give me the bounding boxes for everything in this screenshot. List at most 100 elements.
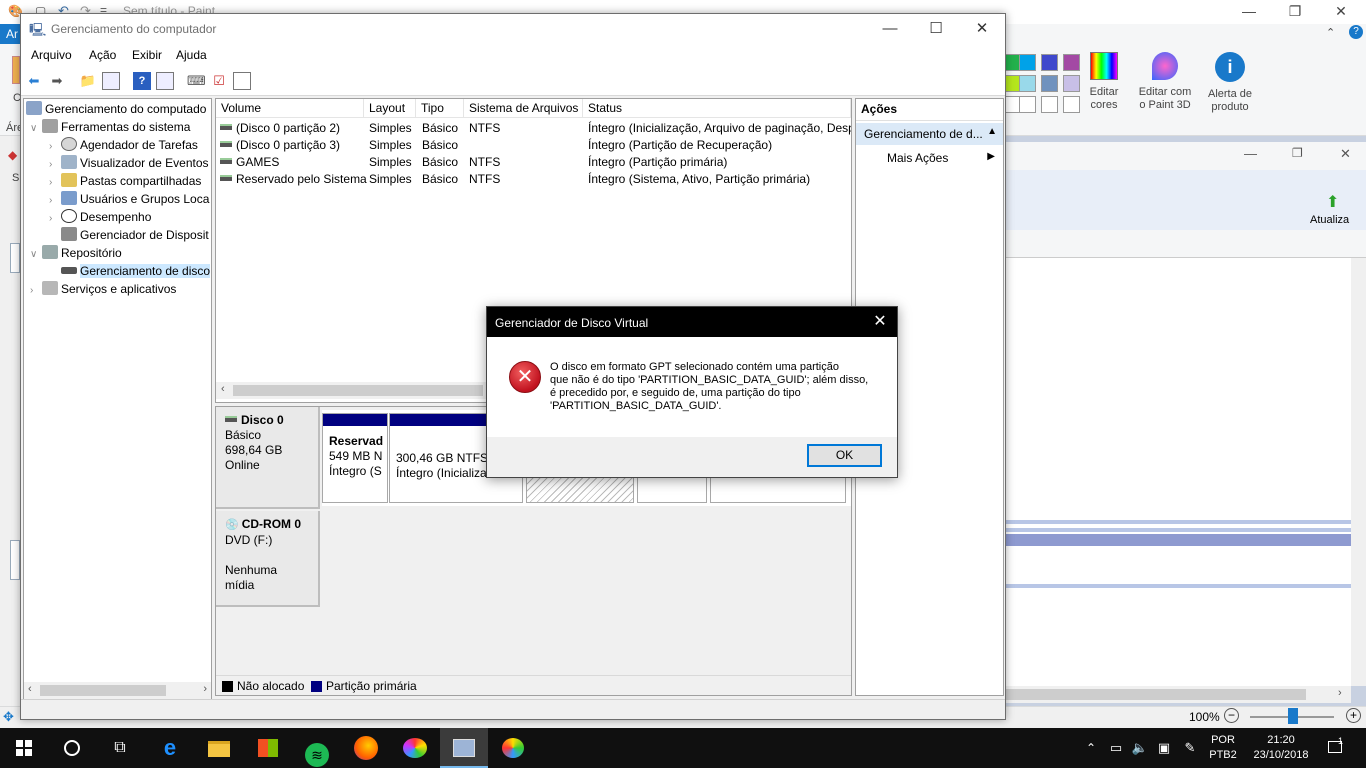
forward-icon[interactable]: ➡	[48, 72, 66, 90]
edit-paint3d-button[interactable]: Editar com o Paint 3D	[1134, 52, 1196, 112]
menu-exibir[interactable]: Exibir	[132, 48, 162, 62]
firefox-button[interactable]	[342, 728, 390, 768]
column-volume[interactable]: Volume	[216, 99, 364, 117]
tree-item-computer-management[interactable]: Gerenciamento do computado	[26, 100, 206, 118]
disk-0-label[interactable]: Disco 0 Básico 698,64 GB Online	[216, 407, 320, 509]
paint3d-taskbar-button[interactable]	[391, 728, 439, 768]
scroll-thumb[interactable]	[40, 685, 166, 696]
tree-item-device-manager[interactable]: Gerenciador de Disposit	[49, 226, 209, 244]
battery-icon[interactable]: ▭	[1104, 728, 1128, 768]
help-icon[interactable]: ?	[133, 72, 151, 90]
computer-management-taskbar-button[interactable]	[440, 728, 488, 768]
cm-close-button[interactable]: ✕	[959, 14, 1005, 44]
column-status[interactable]: Status	[583, 99, 851, 117]
collapse-triangle-icon[interactable]: ▲	[987, 126, 997, 137]
tree-item-task-scheduler[interactable]: › Agendador de Tarefas	[49, 136, 198, 154]
store-button[interactable]	[244, 728, 292, 768]
color-swatch[interactable]	[1041, 96, 1058, 113]
start-button[interactable]	[0, 728, 48, 768]
update-label[interactable]: Atualiza	[1310, 214, 1349, 226]
zoom-out-button[interactable]: −	[1224, 708, 1239, 723]
color-swatch[interactable]	[1019, 75, 1036, 92]
tree-item-system-tools[interactable]: ∨ Ferramentas do sistema	[30, 118, 190, 136]
check-icon[interactable]: ☑	[210, 72, 228, 90]
paint-file-tab[interactable]: Ar	[0, 24, 22, 44]
action-center-button[interactable]: 1	[1320, 728, 1350, 768]
scroll-left-icon[interactable]: ‹	[221, 383, 225, 395]
paint-maximize-button[interactable]: ❐	[1272, 2, 1318, 22]
back-icon[interactable]: ⬅	[25, 72, 43, 90]
paint-minimize-button[interactable]: —	[1226, 2, 1272, 22]
properties-icon[interactable]	[233, 72, 251, 90]
tree-item-performance[interactable]: › Desempenho	[49, 208, 151, 226]
edge-button[interactable]: e	[146, 728, 194, 768]
ok-button[interactable]: OK	[807, 444, 882, 467]
more-actions-item[interactable]: Mais Ações ▶	[856, 149, 1003, 169]
color-swatch[interactable]	[1063, 54, 1080, 71]
zoom-in-button[interactable]: +	[1346, 708, 1361, 723]
paint-close-button[interactable]: ✕	[1318, 2, 1364, 22]
expand-chevron-icon[interactable]: ›	[30, 282, 42, 300]
table-row[interactable]: (Disco 0 partição 3) Simples Básico Ínte…	[216, 137, 851, 154]
file-explorer-button[interactable]	[195, 728, 243, 768]
zoom-slider-thumb[interactable]	[1288, 708, 1298, 724]
menu-ajuda[interactable]: Ajuda	[176, 48, 207, 62]
edit-colors-button[interactable]: Editar cores	[1084, 52, 1124, 112]
show-hide-tree-icon[interactable]	[102, 72, 120, 90]
tree-item-storage[interactable]: ∨ Repositório	[30, 244, 122, 262]
column-tipo[interactable]: Tipo	[416, 99, 464, 117]
tree-item-disk-management[interactable]: Gerenciamento de disco	[49, 262, 211, 280]
show-hidden-icons[interactable]: ⌃	[1081, 728, 1101, 768]
column-layout[interactable]: Layout	[364, 99, 416, 117]
scroll-right-icon[interactable]: ›	[203, 683, 207, 695]
connect-icon[interactable]: ⌨	[187, 72, 206, 90]
menu-arquivo[interactable]: Arquivo	[31, 48, 72, 62]
color-swatch[interactable]	[1019, 54, 1036, 71]
help-icon[interactable]: ?	[1349, 25, 1363, 39]
spotify-button[interactable]: ≋	[293, 728, 341, 768]
color-swatch[interactable]	[1019, 96, 1036, 113]
color-swatch[interactable]	[1063, 96, 1080, 113]
spotify-icon: ≋	[305, 743, 329, 767]
tree-item-event-viewer[interactable]: › Visualizador de Eventos	[49, 154, 209, 172]
actions-section-disk-management[interactable]: Gerenciamento de d... ▲	[856, 123, 1003, 145]
tree-item-shared-folders[interactable]: › Pastas compartilhadas	[49, 172, 201, 190]
search-button[interactable]	[48, 728, 96, 768]
pen-icon[interactable]: ✎	[1178, 728, 1202, 768]
table-row[interactable]: GAMES Simples Básico NTFS Íntegro (Parti…	[216, 154, 851, 171]
paint-taskbar-button[interactable]	[489, 728, 537, 768]
cm-minimize-button[interactable]: —	[867, 14, 913, 44]
scroll-left-icon[interactable]: ‹	[28, 683, 32, 695]
volume-icon[interactable]: 🔈	[1128, 728, 1152, 768]
column-file-system[interactable]: Sistema de Arquivos	[464, 99, 583, 117]
table-row[interactable]: Reservado pelo Sistema Simples Básico NT…	[216, 171, 851, 188]
tree-item-local-users[interactable]: › Usuários e Grupos Loca	[49, 190, 209, 208]
color-swatch[interactable]	[1041, 54, 1058, 71]
up-folder-icon[interactable]: 📁	[79, 72, 97, 90]
task-view-button[interactable]: ⧉	[96, 728, 144, 768]
cdrom-0-label[interactable]: 💿 CD-ROM 0 DVD (F:) Nenhuma mídia	[216, 511, 320, 607]
collapse-chevron-icon[interactable]: ∨	[30, 246, 42, 264]
network-icon[interactable]: ▣	[1152, 728, 1176, 768]
tree-horizontal-scrollbar[interactable]: ‹ ›	[24, 682, 211, 699]
show-hide-action-pane-icon[interactable]	[156, 72, 174, 90]
color-swatch[interactable]	[1063, 75, 1080, 92]
color-swatch[interactable]	[1041, 75, 1058, 92]
clock[interactable]: 21:20 23/10/2018	[1246, 733, 1316, 763]
partition-reserved[interactable]: Reservad 549 MB N Íntegro (S	[322, 413, 388, 503]
inner-minimize-button[interactable]: —	[1244, 146, 1257, 161]
task-view-icon: ⧉	[114, 739, 126, 756]
cm-maximize-button[interactable]: ☐	[913, 14, 959, 44]
inner-close-button[interactable]: ✕	[1340, 146, 1351, 162]
ribbon-collapse-icon[interactable]: ⌃	[1326, 26, 1335, 39]
menu-acao[interactable]: Ação	[89, 48, 116, 62]
collapse-chevron-icon[interactable]: ∨	[30, 120, 42, 138]
paint-palette-icon	[403, 738, 427, 758]
language-indicator[interactable]: POR PTB2	[1203, 733, 1243, 763]
table-row[interactable]: (Disco 0 partição 2) Simples Básico NTFS…	[216, 120, 851, 137]
tree-item-services-apps[interactable]: › Serviços e aplicativos	[30, 280, 176, 298]
scroll-thumb[interactable]	[233, 385, 483, 396]
product-alert-button[interactable]: i Alerta de produto	[1202, 52, 1258, 114]
inner-maximize-button[interactable]: ❐	[1292, 146, 1303, 160]
dialog-close-button[interactable]: ✕	[863, 307, 897, 337]
